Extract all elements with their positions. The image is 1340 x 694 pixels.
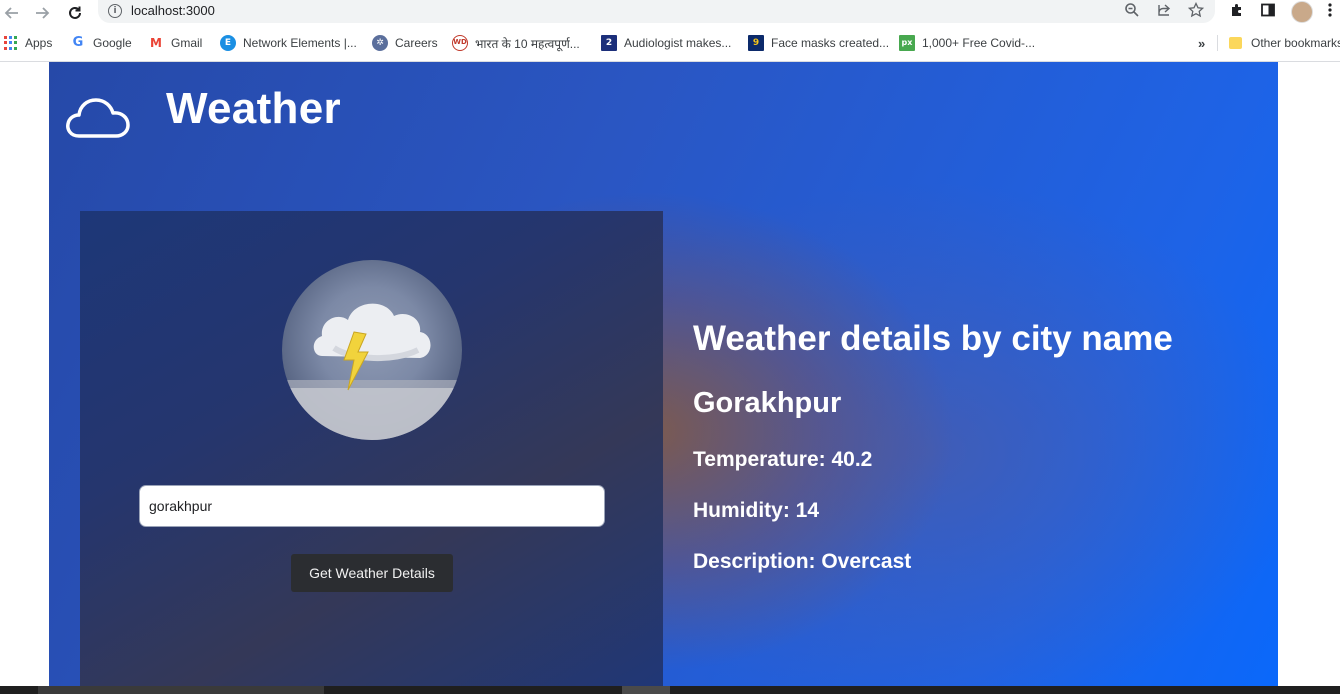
bookmark-pixabay[interactable]: px 1,000+ Free Covid-...	[899, 34, 1035, 52]
bookmark-label: Google	[93, 36, 132, 50]
bookmarks-divider	[1217, 35, 1218, 51]
address-bar[interactable]: i localhost:3000	[98, 0, 1215, 23]
gmail-icon: M	[148, 35, 164, 51]
search-card: Get Weather Details	[80, 211, 663, 694]
bookmark-label: भारत के 10 महत्वपूर्ण...	[475, 36, 580, 51]
browser-toolbar: i localhost:3000	[0, 0, 1340, 26]
reload-icon[interactable]	[64, 2, 86, 24]
bookmark-label: Face masks created...	[771, 36, 890, 50]
bookmark-star-icon[interactable]	[1187, 1, 1205, 20]
app-title: Weather	[166, 84, 341, 133]
network-elements-icon: E	[220, 35, 236, 51]
apps-grid-icon	[4, 36, 18, 50]
bookmark-label: 1,000+ Free Covid-...	[922, 36, 1036, 50]
bookmarks-bar: Apps G Google M Gmail E Network Elements…	[0, 31, 1340, 55]
bookmark-wd[interactable]: WD भारत के 10 महत्वपूर्ण...	[452, 34, 580, 52]
bookmark-label: Careers	[395, 36, 438, 50]
forward-arrow-icon[interactable]	[31, 2, 53, 24]
bookmarks-overflow-chevron-icon[interactable]: »	[1198, 34, 1205, 52]
taskbar-search-box[interactable]	[38, 686, 324, 694]
humidity-text: Humidity: 14	[693, 499, 820, 522]
wd-icon: WD	[452, 35, 468, 51]
bookmark-label: Audiologist makes...	[624, 36, 732, 50]
city-search-input[interactable]	[139, 485, 605, 527]
description-text: Description: Overcast	[693, 550, 912, 573]
other-bookmarks-folder[interactable]: Other bookmarks	[1229, 34, 1340, 52]
bookmark-label: Apps	[25, 36, 53, 50]
zoom-icon[interactable]	[1123, 2, 1141, 20]
kebab-menu-icon[interactable]	[1323, 2, 1337, 22]
bookmark-network-elements[interactable]: E Network Elements |...	[220, 34, 357, 52]
profile-avatar[interactable]	[1291, 1, 1313, 23]
nine-news-icon: 9	[748, 35, 764, 51]
address-url[interactable]: localhost:3000	[131, 3, 215, 18]
extensions-puzzle-icon[interactable]	[1227, 2, 1247, 22]
bookmark-audiologist[interactable]: 2 Audiologist makes...	[601, 34, 731, 52]
other-bookmarks-label: Other bookmarks	[1251, 36, 1340, 50]
careers-icon: ✲	[372, 35, 388, 51]
thunder-cloud-icon	[282, 260, 462, 440]
city-name: Gorakhpur	[693, 387, 842, 419]
share-icon[interactable]	[1155, 2, 1173, 20]
details-heading: Weather details by city name	[693, 319, 1173, 358]
weather-app-page: Weather Get Weather Details Weather deta…	[49, 62, 1278, 694]
get-weather-details-button[interactable]: Get Weather Details	[291, 554, 453, 592]
temperature-text: Temperature: 40.2	[693, 448, 873, 471]
os-taskbar	[0, 686, 1340, 694]
side-panel-icon[interactable]	[1258, 2, 1278, 22]
bookmark-face-masks[interactable]: 9 Face masks created...	[748, 34, 889, 52]
bookmark-gmail[interactable]: M Gmail	[148, 34, 202, 52]
bookmark-apps[interactable]: Apps	[4, 34, 52, 52]
bookmark-label: Gmail	[171, 36, 203, 50]
bookmark-label: Network Elements |...	[243, 36, 357, 50]
pixabay-icon: px	[899, 35, 915, 51]
taskbar-active-app[interactable]	[622, 686, 670, 694]
info-icon[interactable]: i	[108, 4, 122, 18]
bookmark-google[interactable]: G Google	[70, 34, 132, 52]
folder-icon	[1229, 37, 1242, 49]
back-arrow-icon[interactable]	[1, 2, 23, 24]
bookmark-careers[interactable]: ✲ Careers	[372, 34, 438, 52]
cloud-outline-icon	[65, 96, 131, 140]
fox2-icon: 2	[601, 35, 617, 51]
google-icon: G	[70, 35, 86, 51]
